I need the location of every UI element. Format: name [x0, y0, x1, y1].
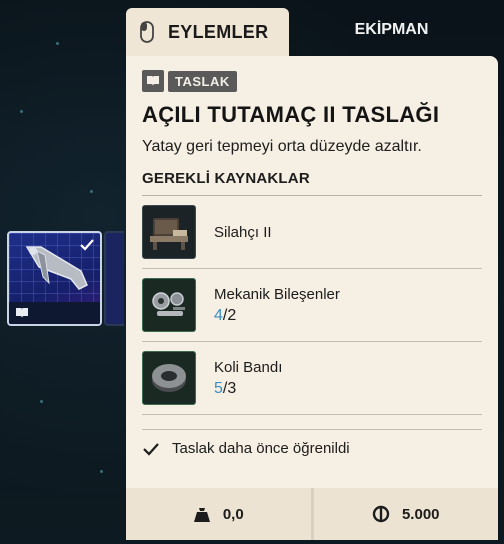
inventory-slot-next[interactable]	[104, 231, 124, 326]
coin-icon	[372, 505, 390, 523]
workbench-icon	[142, 205, 196, 259]
resource-list: Silahçı II Mekanik Bileşenler 4/2 Koli B…	[142, 196, 482, 415]
required-resources-heading: GEREKLİ KAYNAKLAR	[142, 170, 310, 187]
resource-count: 5/3	[214, 380, 282, 398]
resource-name: Mekanik Bileşenler	[214, 285, 340, 303]
inventory-slot-blueprint[interactable]	[7, 231, 102, 326]
resource-have: 5	[214, 379, 223, 397]
item-detail-panel: TASLAK AÇILI TUTAMAÇ II TASLAĞI Yatay ge…	[126, 56, 498, 488]
resource-row: Mekanik Bileşenler 4/2	[142, 269, 482, 342]
tab-actions[interactable]: EYLEMLER	[126, 8, 289, 56]
learned-status: Taslak daha önce öğrenildi	[142, 440, 482, 457]
blueprint-book-icon	[16, 308, 28, 318]
item-description: Yatay geri tepmeyi orta düzeyde azaltır.	[142, 138, 422, 155]
learned-status-text: Taslak daha önce öğrenildi	[172, 440, 350, 457]
background-dot	[40, 400, 43, 403]
background-dot	[56, 42, 59, 45]
duct-tape-icon	[142, 351, 196, 405]
blueprint-book-icon	[142, 70, 164, 92]
mechanical-parts-icon	[142, 278, 196, 332]
resource-have: 4	[214, 306, 223, 324]
background-dot	[100, 470, 103, 473]
item-type-badge: TASLAK	[168, 70, 237, 92]
tab-equipment-label: EKİPMAN	[354, 21, 429, 38]
resource-count: 4/2	[214, 307, 340, 325]
slot-footer	[9, 302, 100, 324]
owned-check-icon	[80, 239, 94, 251]
resource-row: Silahçı II	[142, 196, 482, 269]
tab-equipment[interactable]: EKİPMAN	[289, 8, 504, 52]
mouse-icon	[140, 21, 154, 43]
background-dot	[20, 110, 23, 113]
item-weight-value: 0,0	[222, 505, 244, 523]
resource-name: Koli Bandı	[214, 358, 283, 376]
item-footer: 0,0 5.000	[126, 488, 498, 540]
background-dot	[90, 190, 93, 193]
item-price: 5.000	[313, 488, 498, 540]
check-icon	[143, 442, 159, 456]
weight-icon	[193, 508, 210, 522]
item-price-value: 5.000	[401, 505, 440, 523]
item-tag-row: TASLAK	[142, 70, 482, 92]
item-weight: 0,0	[126, 488, 311, 540]
resource-need: 2	[227, 306, 237, 324]
resource-name: Silahçı II	[214, 223, 272, 241]
resource-need: 3	[227, 379, 237, 397]
resource-row: Koli Bandı 5/3	[142, 342, 482, 415]
item-title: AÇILI TUTAMAÇ II TASLAĞI	[142, 102, 440, 127]
divider	[142, 429, 482, 430]
tab-actions-label: EYLEMLER	[168, 21, 269, 42]
